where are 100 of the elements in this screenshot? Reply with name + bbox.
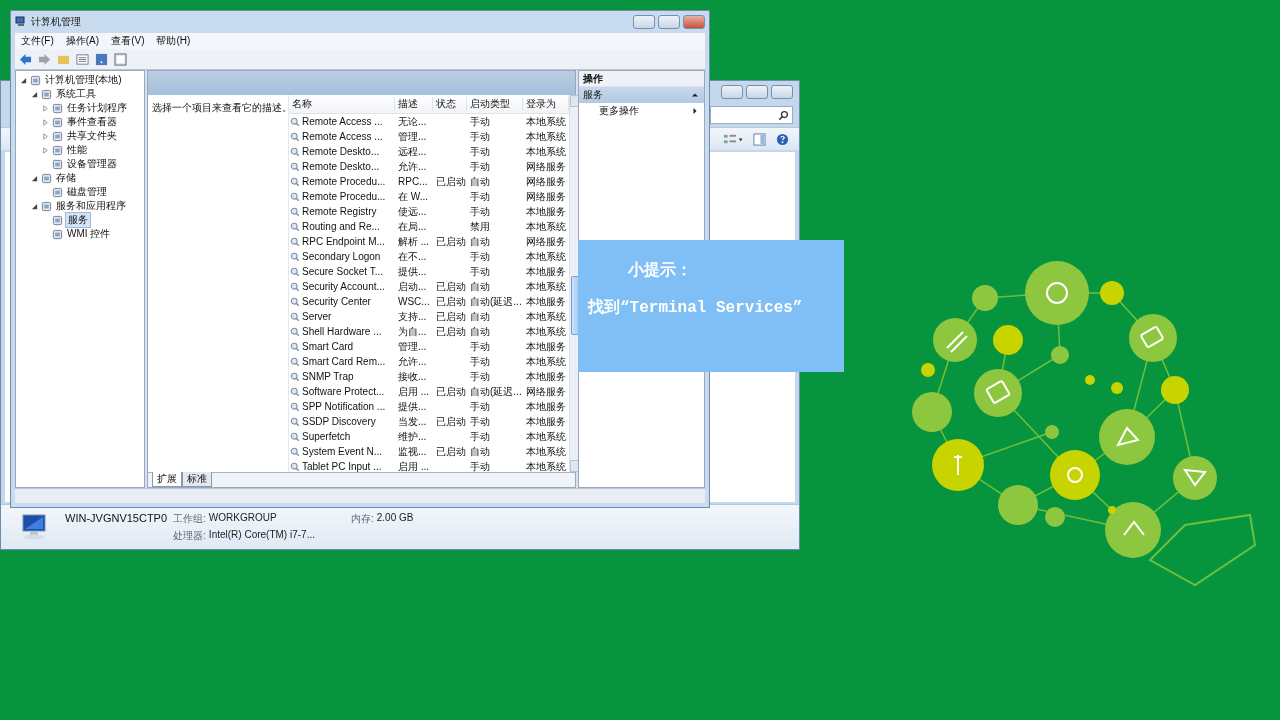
expanded-arrow-icon[interactable]: [31, 202, 38, 210]
table-cell-text: 本地服务: [525, 399, 567, 414]
table-cell: Secure Socket T...: [302, 266, 383, 277]
search-icon: [778, 109, 789, 121]
maximize-button[interactable]: [746, 85, 768, 99]
menu-item[interactable]: 操作(A): [65, 34, 100, 48]
table-cell: Shell Hardware ...: [302, 326, 382, 337]
tab[interactable]: 扩展: [152, 472, 182, 487]
table-cell-text: 使远...: [397, 204, 428, 219]
table-cell: 已启动: [436, 310, 466, 322]
table-cell: Server: [302, 311, 332, 322]
table-cell-text: 手动: [469, 354, 491, 369]
table-cell-text: 本地服务: [525, 414, 567, 429]
pane-icon[interactable]: [753, 132, 766, 146]
expanded-arrow-icon[interactable]: [31, 90, 38, 98]
table-cell-text: 本地服务: [525, 339, 567, 354]
column-header[interactable]: 名称: [289, 97, 395, 111]
table-cell-text: 在不...: [397, 249, 428, 264]
table-cell-text: 自动: [469, 174, 491, 189]
table-cell-text: 允许...: [397, 159, 428, 174]
node-icon: [52, 228, 63, 240]
tree-item[interactable]: 存储: [54, 171, 78, 185]
description-text: 选择一个项目来查看它的描述。: [152, 102, 292, 113]
expanded-arrow-icon[interactable]: [20, 76, 27, 84]
collapsed-arrow-icon[interactable]: [42, 104, 49, 112]
section-header[interactable]: 服务: [579, 87, 704, 103]
forward-arrow-icon[interactable]: [38, 52, 51, 66]
computer-icon: [15, 16, 27, 28]
tree-item[interactable]: 设备管理器: [65, 157, 119, 171]
menu-item[interactable]: 帮助(H): [156, 34, 191, 48]
field-label: 处理器:: [173, 528, 206, 543]
table-cell: Remote Access ...: [302, 116, 383, 127]
tree-item[interactable]: 系统工具: [54, 87, 98, 101]
tree-item[interactable]: 事件查看器: [65, 115, 119, 129]
node-icon: [52, 186, 63, 198]
table-cell-text: 本地系统: [525, 129, 567, 144]
table-cell-text: 本地系统: [525, 219, 567, 234]
field-label: 内存:: [351, 511, 374, 526]
node-icon: [41, 88, 52, 100]
table-cell-text: 本地系统: [525, 459, 567, 474]
field-value: Intel(R) Core(TM) i7-7...: [208, 528, 315, 542]
search-field[interactable]: [710, 106, 793, 124]
node-icon: [52, 102, 63, 114]
collapsed-arrow-icon[interactable]: [42, 118, 49, 126]
table-cell-text: 为自...: [397, 324, 428, 339]
tree-item[interactable]: 共享文件夹: [65, 129, 119, 143]
table-cell-text: 自动: [469, 234, 491, 249]
table-cell-text: 本地系统: [525, 249, 567, 264]
tree-item[interactable]: 任务计划程序: [65, 101, 129, 115]
table-cell-text: 管理...: [397, 339, 428, 354]
tree-item[interactable]: 服务和应用程序: [54, 199, 128, 213]
tree-item[interactable]: 磁盘管理: [65, 185, 109, 199]
node-icon: [52, 116, 63, 128]
table-cell: Remote Access ...: [302, 131, 383, 142]
table-cell: 已启动: [436, 235, 466, 247]
menu-item[interactable]: 文件(F): [21, 34, 54, 48]
field-value: WORKGROUP: [208, 511, 277, 525]
list-icon[interactable]: [76, 52, 89, 66]
actions-header: 操作: [579, 71, 704, 87]
table-cell: Smart Card Rem...: [302, 356, 386, 367]
table-cell: 已启动: [436, 280, 466, 292]
node-icon: [52, 214, 63, 226]
table-cell-text: 手动: [469, 189, 491, 204]
table-cell-text: 监视...: [397, 444, 428, 459]
tree-item[interactable]: WMI 控件: [65, 227, 113, 241]
close-button[interactable]: [771, 85, 793, 99]
table-cell: Remote Deskto...: [302, 161, 380, 172]
back-arrow-icon[interactable]: [19, 52, 32, 66]
minimize-button[interactable]: [633, 15, 655, 29]
tree-item[interactable]: 性能: [65, 143, 89, 157]
pane-icon[interactable]: [114, 52, 127, 66]
table-cell-text: 本地系统: [525, 429, 567, 444]
table-cell-text: 手动: [469, 159, 491, 174]
caret-icon[interactable]: [692, 92, 698, 98]
tree-item[interactable]: 服务: [65, 212, 91, 228]
collapsed-arrow-icon[interactable]: [42, 132, 49, 140]
table-cell-text: RPC...: [397, 176, 429, 187]
close-button[interactable]: [683, 15, 705, 29]
column-header[interactable]: 状态: [433, 97, 467, 111]
maximize-button[interactable]: [658, 15, 680, 29]
table-cell-text: 网络服务: [525, 234, 567, 249]
table-cell-text: 自动(延迟...: [469, 384, 523, 399]
action-link[interactable]: 更多操作: [579, 103, 704, 119]
table-cell-text: 维护...: [397, 429, 428, 444]
tree-item[interactable]: 计算机管理(本地): [43, 73, 124, 87]
table-cell-text: 网络服务: [525, 174, 567, 189]
table-cell-text: 本地系统: [525, 444, 567, 459]
view-icon[interactable]: [722, 132, 743, 146]
computer-name: WIN-JVGNV15CTP0: [65, 511, 168, 524]
tab[interactable]: 标准: [182, 472, 212, 487]
table-cell: 已启动: [436, 445, 466, 457]
expanded-arrow-icon[interactable]: [31, 174, 38, 182]
collapsed-arrow-icon[interactable]: [42, 146, 49, 154]
menu-item[interactable]: 查看(V): [111, 34, 145, 48]
column-header[interactable]: 描述: [395, 97, 433, 111]
table-cell: Smart Card: [302, 341, 354, 352]
table-cell: SPP Notification ...: [302, 401, 386, 412]
table-cell-text: 允许...: [397, 354, 428, 369]
column-header[interactable]: 启动类型: [467, 97, 523, 111]
minimize-button[interactable]: [721, 85, 743, 99]
